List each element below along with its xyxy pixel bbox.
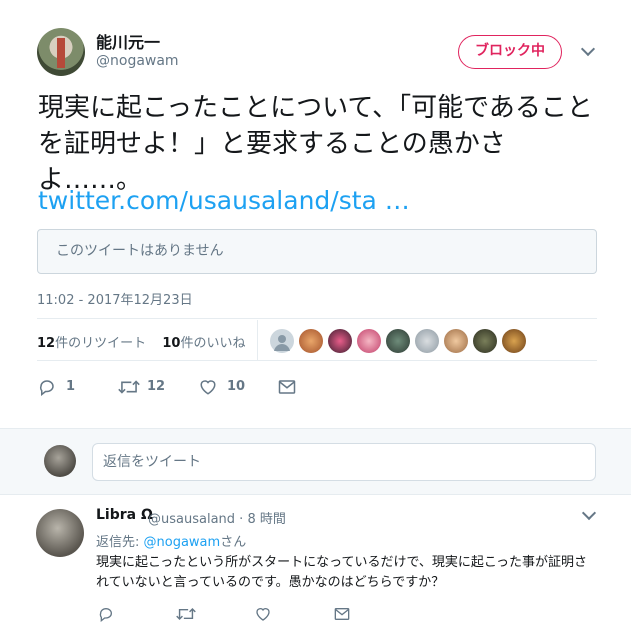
author-handle[interactable]: @nogawam xyxy=(96,53,179,69)
quoted-tweet-unavailable[interactable]: このツイートはありません xyxy=(37,229,597,274)
retweets-count: 12 xyxy=(37,336,56,351)
my-avatar xyxy=(44,445,76,477)
reply-input[interactable]: 返信をツイート xyxy=(92,443,596,481)
retweet-action-count: 12 xyxy=(147,379,166,394)
reply-to-handle[interactable]: @nogawam xyxy=(144,535,221,550)
reply-reply-action[interactable] xyxy=(98,606,114,622)
tweet-stats: 12件のリツイート 10件のいいね xyxy=(37,332,246,351)
like-action-count: 10 xyxy=(227,379,246,394)
liker-avatar[interactable] xyxy=(444,329,468,353)
author-display-name[interactable]: 能川元一 xyxy=(96,29,160,53)
heart-icon xyxy=(200,380,216,395)
reply-icon xyxy=(99,608,112,622)
reply-to-suffix: さん xyxy=(220,535,247,550)
reply-to-prefix: 返信先: xyxy=(96,535,144,550)
reply-to-line: 返信先: @nogawamさん xyxy=(96,531,246,550)
liker-avatar[interactable] xyxy=(386,329,410,353)
tweet-text: 現実に起こったことについて、「可能であることを証明せよ！」と要求することの愚かさ… xyxy=(38,93,593,195)
stats-divider xyxy=(257,320,258,360)
retweet-icon xyxy=(176,607,196,621)
liker-avatar[interactable] xyxy=(299,329,323,353)
likes-count: 10 xyxy=(162,336,181,351)
divider xyxy=(37,360,597,361)
reply-author-avatar[interactable] xyxy=(36,509,84,557)
mail-icon xyxy=(334,608,350,620)
liker-avatar[interactable] xyxy=(357,329,381,353)
like-stat[interactable]: 10件のいいね xyxy=(162,336,245,351)
mail-icon xyxy=(278,380,296,394)
divider xyxy=(37,318,597,319)
reply-meta: @usausaland · 8 時間 xyxy=(148,508,286,527)
reply-author-handle[interactable]: @usausaland xyxy=(148,512,235,527)
reply-separator: · xyxy=(239,512,244,527)
reply-text: 現実に起こったという所がスタートになっているだけで、現実に起こった事が証明されて… xyxy=(96,555,588,590)
liker-avatar[interactable] xyxy=(270,329,294,353)
heart-icon xyxy=(256,608,270,621)
reply-action[interactable] xyxy=(38,378,56,396)
chevron-down-icon[interactable] xyxy=(581,505,597,521)
liker-avatar[interactable] xyxy=(328,329,352,353)
liker-avatar[interactable] xyxy=(473,329,497,353)
retweet-action[interactable] xyxy=(118,378,140,396)
tweet-link[interactable]: twitter.com/usausaland/sta … xyxy=(38,186,410,215)
reply-like-action[interactable] xyxy=(255,606,271,622)
reply-time[interactable]: 8 時間 xyxy=(247,512,285,527)
tweet-timestamp[interactable]: 11:02 - 2017年12月23日 xyxy=(37,289,193,308)
retweets-label: 件のリツイート xyxy=(55,336,147,351)
reply-count: 1 xyxy=(66,379,76,394)
reply-author-name[interactable]: Libra Ω xyxy=(96,507,153,523)
blocked-button[interactable]: ブロック中 xyxy=(458,35,562,69)
liker-avatar[interactable] xyxy=(415,329,439,353)
retweet-icon xyxy=(118,380,140,394)
like-action[interactable] xyxy=(199,378,217,396)
author-avatar[interactable] xyxy=(37,28,85,76)
likes-label: 件のいいね xyxy=(180,336,246,351)
reply-icon xyxy=(39,380,54,396)
retweet-stat[interactable]: 12件のリツイート xyxy=(37,336,146,351)
reply-dm-action[interactable] xyxy=(334,607,350,621)
direct-message-action[interactable] xyxy=(278,379,296,395)
chevron-down-icon[interactable] xyxy=(580,41,596,57)
reply-retweet-action[interactable] xyxy=(176,606,196,622)
liker-avatar[interactable] xyxy=(502,329,526,353)
